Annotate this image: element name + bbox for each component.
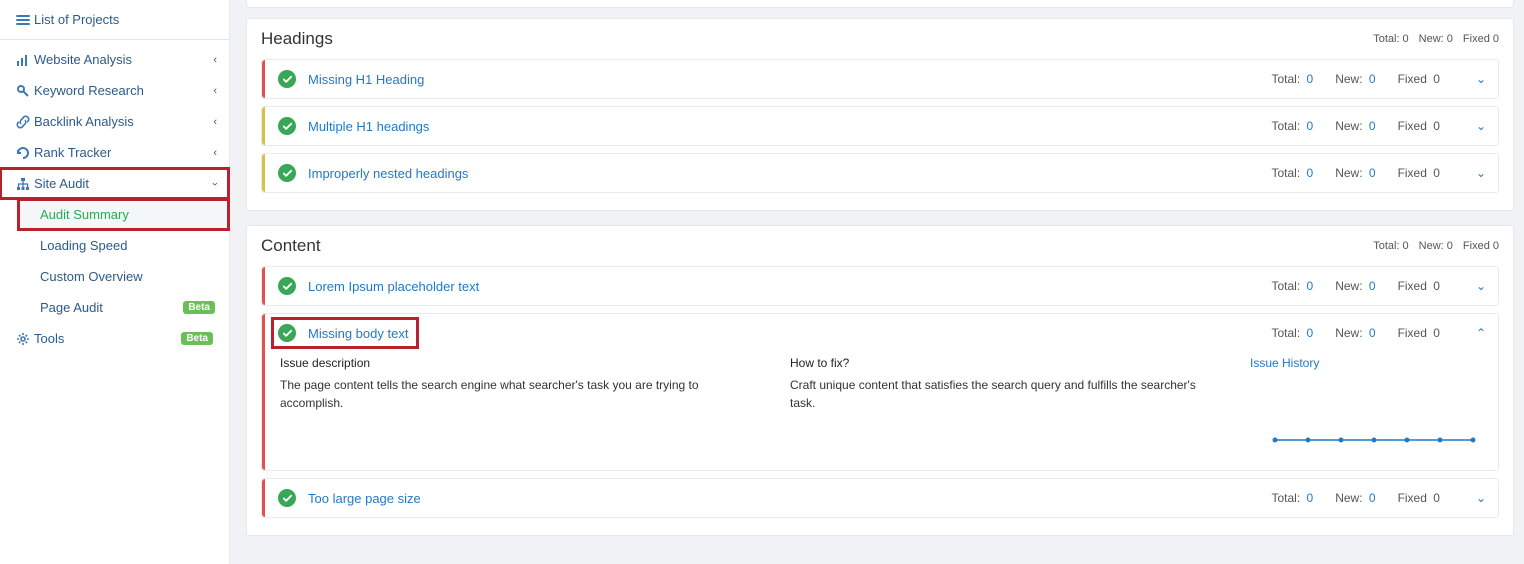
- beta-badge: Beta: [183, 301, 215, 314]
- issue-desc-heading: Issue description: [280, 356, 760, 370]
- issue-row[interactable]: Improperly nested headings Total: 0 New:…: [261, 153, 1499, 193]
- subnav-custom-overview[interactable]: Custom Overview: [18, 261, 229, 292]
- issue-stats: Total: 0 New: 0 Fixed 0 ⌄: [1271, 279, 1486, 293]
- issue-title[interactable]: Missing H1 Heading: [308, 72, 1271, 87]
- gear-icon: [12, 332, 34, 346]
- issue-stats: Total: 0 New: 0 Fixed 0 ⌄: [1271, 119, 1486, 133]
- subnav-label: Custom Overview: [40, 269, 219, 284]
- nav-rank-tracker[interactable]: Rank Tracker ‹: [0, 137, 229, 168]
- issue-title[interactable]: Too large page size: [308, 491, 1271, 506]
- subnav-loading-speed[interactable]: Loading Speed: [18, 230, 229, 261]
- subnav-audit-summary[interactable]: Audit Summary: [18, 199, 229, 230]
- section-stats: Total: 0 New: 0 Fixed 0: [1373, 33, 1499, 45]
- how-to-fix-heading: How to fix?: [790, 356, 1220, 370]
- chevron-left-icon: ‹: [213, 116, 217, 128]
- nav-keyword-research[interactable]: Keyword Research ‹: [0, 75, 229, 106]
- nav-label: Site Audit: [34, 176, 213, 191]
- nav-label: Backlink Analysis: [34, 114, 213, 129]
- chevron-down-icon[interactable]: ⌄: [1476, 279, 1486, 293]
- link-icon: [12, 115, 34, 129]
- chevron-up-icon[interactable]: ⌃: [1476, 326, 1486, 340]
- subnav-label: Audit Summary: [40, 207, 219, 222]
- check-circle-icon: [278, 277, 296, 295]
- subnav-label: Page Audit: [40, 300, 183, 315]
- issue-desc-text: The page content tells the search engine…: [280, 376, 760, 412]
- hamburger-icon: [12, 13, 34, 27]
- nav-label: Rank Tracker: [34, 145, 213, 160]
- chevron-left-icon: ‹: [213, 54, 217, 66]
- chevron-left-icon: ‹: [213, 147, 217, 159]
- issue-stats: Total: 0 New: 0 Fixed 0 ⌃: [1271, 326, 1486, 340]
- subnav-label: Loading Speed: [40, 238, 219, 253]
- subnav-site-audit: Audit Summary Loading Speed Custom Overv…: [0, 199, 229, 323]
- issue-row[interactable]: Multiple H1 headings Total: 0 New: 0 Fix…: [261, 106, 1499, 146]
- issue-title[interactable]: Improperly nested headings: [308, 166, 1271, 181]
- history-icon: [12, 146, 34, 160]
- nav-tools[interactable]: Tools Beta: [0, 323, 229, 354]
- sidebar: List of Projects Website Analysis ‹ Keyw…: [0, 0, 230, 564]
- check-circle-icon: [278, 70, 296, 88]
- issue-title[interactable]: Multiple H1 headings: [308, 119, 1271, 134]
- nav-label: List of Projects: [34, 12, 217, 27]
- chevron-down-icon: ‹: [209, 182, 221, 186]
- section-stats: Total: 0 New: 0 Fixed 0: [1373, 240, 1499, 252]
- nav-website-analysis[interactable]: Website Analysis ‹: [0, 44, 229, 75]
- how-to-fix-text: Craft unique content that satisfies the …: [790, 376, 1220, 412]
- section-headings: Headings Total: 0 New: 0 Fixed 0 Missing…: [246, 18, 1514, 211]
- nav-backlink-analysis[interactable]: Backlink Analysis ‹: [0, 106, 229, 137]
- subnav-page-audit[interactable]: Page Audit Beta: [18, 292, 229, 323]
- issue-title[interactable]: Missing body text: [308, 326, 408, 341]
- beta-badge: Beta: [181, 332, 213, 345]
- nav-list-projects[interactable]: List of Projects: [0, 4, 229, 35]
- chevron-left-icon: ‹: [213, 85, 217, 97]
- section-title: Headings: [261, 29, 1373, 49]
- issue-title[interactable]: Lorem Ipsum placeholder text: [308, 279, 1271, 294]
- chevron-down-icon[interactable]: ⌄: [1476, 119, 1486, 133]
- section-content: Content Total: 0 New: 0 Fixed 0 Lorem Ip…: [246, 225, 1514, 536]
- chevron-down-icon[interactable]: ⌄: [1476, 491, 1486, 505]
- issue-row[interactable]: Lorem Ipsum placeholder text Total: 0 Ne…: [261, 266, 1499, 306]
- nav-label: Website Analysis: [34, 52, 213, 67]
- sitemap-icon: [12, 177, 34, 191]
- chart-icon: [12, 53, 34, 67]
- section-title: Content: [261, 236, 1373, 256]
- key-icon: [12, 84, 34, 98]
- chevron-down-icon[interactable]: ⌄: [1476, 72, 1486, 86]
- issue-stats: Total: 0 New: 0 Fixed 0 ⌄: [1271, 491, 1486, 505]
- issue-row[interactable]: Missing H1 Heading Total: 0 New: 0 Fixed…: [261, 59, 1499, 99]
- main-content: Headings Total: 0 New: 0 Fixed 0 Missing…: [230, 0, 1524, 564]
- nav-label: Tools: [34, 331, 181, 346]
- chevron-down-icon[interactable]: ⌄: [1476, 166, 1486, 180]
- nav-label: Keyword Research: [34, 83, 213, 98]
- issue-history-link[interactable]: Issue History: [1250, 356, 1319, 370]
- check-circle-icon: [278, 324, 296, 342]
- check-circle-icon: [278, 117, 296, 135]
- check-circle-icon: [278, 489, 296, 507]
- top-card-stub: [246, 0, 1514, 8]
- issue-stats: Total: 0 New: 0 Fixed 0 ⌄: [1271, 72, 1486, 86]
- check-circle-icon: [278, 164, 296, 182]
- issue-row-expanded: Missing body text Total: 0 New: 0 Fixed …: [261, 313, 1499, 471]
- sparkline: [1250, 430, 1480, 450]
- issue-stats: Total: 0 New: 0 Fixed 0 ⌄: [1271, 166, 1486, 180]
- nav-site-audit[interactable]: Site Audit ‹: [0, 168, 229, 199]
- issue-row[interactable]: Too large page size Total: 0 New: 0 Fixe…: [261, 478, 1499, 518]
